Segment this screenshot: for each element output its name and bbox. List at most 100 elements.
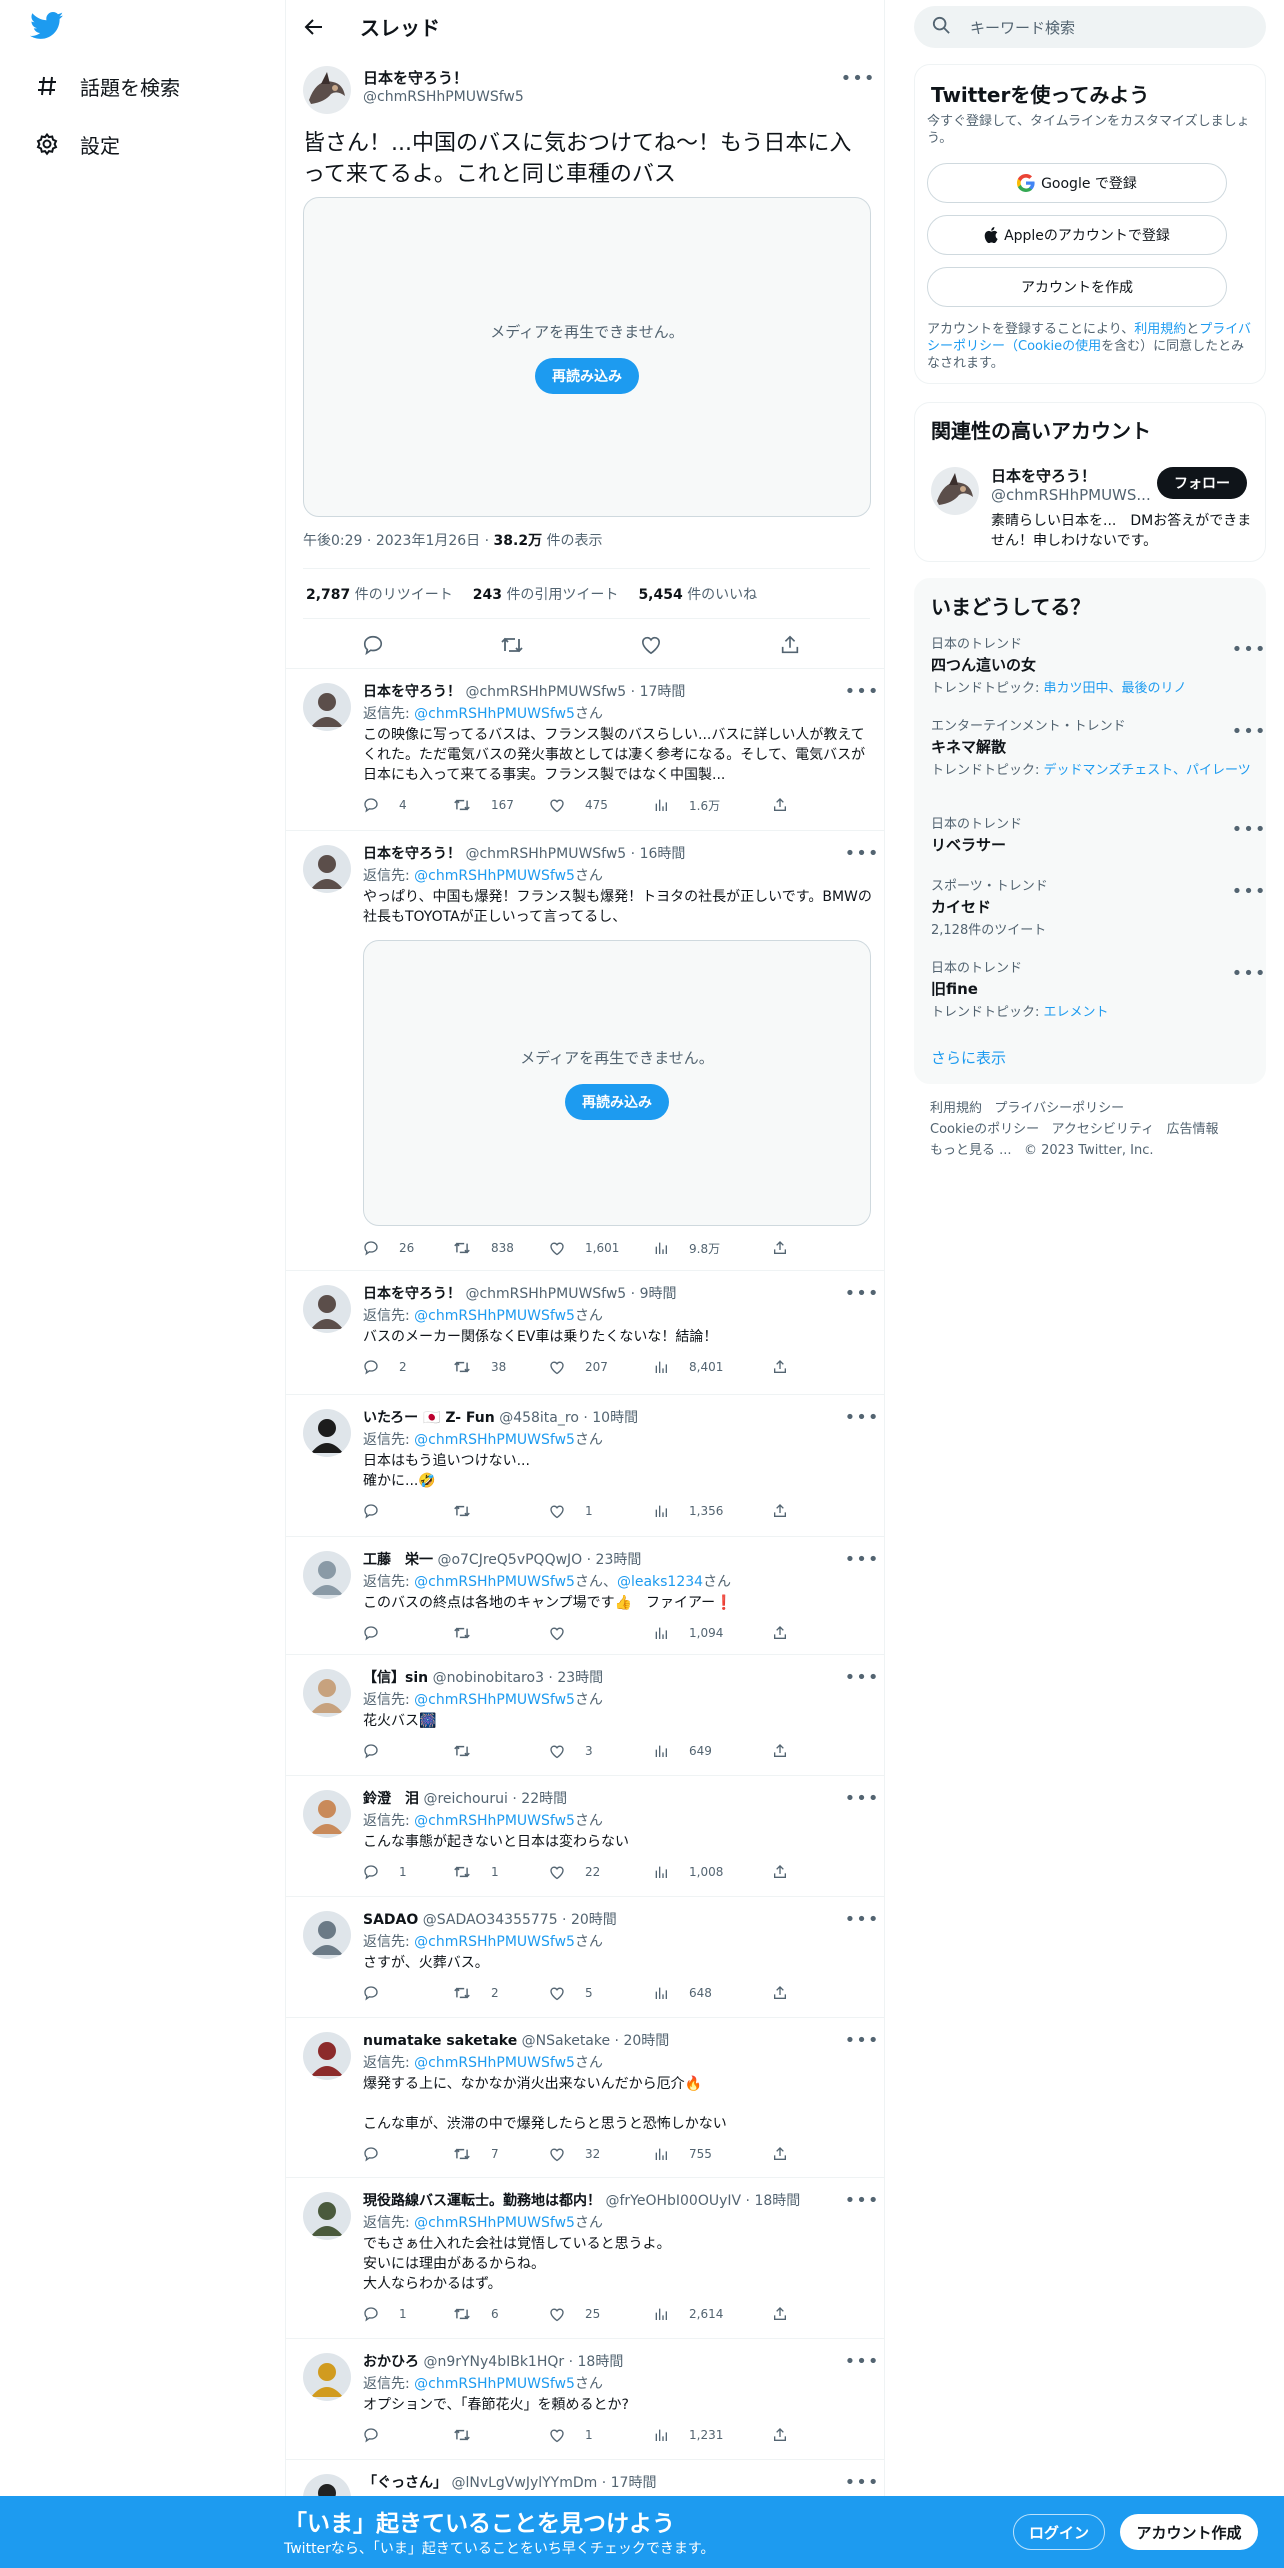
tweet-reply[interactable]: いたろー 🇯🇵 Z- Fun @458ita_ro · 10時間 ••• 返信先: … bbox=[286, 1395, 884, 1537]
views-action[interactable]: 755 bbox=[653, 2144, 712, 2164]
tweet-reply[interactable]: 工藤 栄一 @o7CJreQ5vPQQwJO · 23時間 ••• 返信先: @ch… bbox=[286, 1537, 884, 1655]
account-handle[interactable]: @chmRSHhPMUWS... bbox=[991, 486, 1151, 504]
more-icon[interactable]: ••• bbox=[845, 1547, 879, 1571]
like-icon[interactable] bbox=[637, 631, 665, 659]
author-name[interactable]: 日本を守ろう！ bbox=[363, 684, 461, 700]
reply-time[interactable]: 18時間 bbox=[754, 2193, 800, 2209]
views-action[interactable]: 648 bbox=[653, 1983, 712, 2003]
author-handle[interactable]: @reichourui bbox=[423, 1791, 507, 1807]
media-player[interactable]: メディアを再生できません。 再読み込み bbox=[363, 940, 871, 1226]
views-action[interactable]: 8,401 bbox=[653, 1357, 723, 1377]
share-icon[interactable] bbox=[772, 2425, 798, 2445]
author-handle[interactable]: @chmRSHhPMUWSfw5 bbox=[465, 1286, 626, 1302]
like-action[interactable]: 25 bbox=[549, 2304, 600, 2324]
reply-icon[interactable] bbox=[359, 631, 387, 659]
reply-to-link[interactable]: @chmRSHhPMUWSfw5 bbox=[414, 1813, 575, 1829]
like-action[interactable]: 22 bbox=[549, 1862, 600, 1882]
tweet-reply[interactable]: numatake saketake @NSaketake · 20時間 ••• 返信… bbox=[286, 2018, 884, 2178]
author-name[interactable]: 日本を守ろう！ bbox=[363, 1286, 461, 1302]
share-icon[interactable] bbox=[776, 631, 804, 659]
media-player[interactable]: メディアを再生できません。 再読み込み bbox=[303, 197, 871, 517]
avatar[interactable] bbox=[303, 1285, 351, 1333]
like-action[interactable]: 32 bbox=[549, 2144, 600, 2164]
footer-more[interactable]: もっと見る ... bbox=[930, 1143, 1012, 1158]
author-handle[interactable]: @chmRSHhPMUWSfw5 bbox=[363, 89, 524, 105]
avatar[interactable] bbox=[303, 683, 351, 731]
reply-time[interactable]: 9時間 bbox=[640, 1286, 677, 1302]
author-handle[interactable]: @lNvLgVwJylYYmDm bbox=[451, 2475, 597, 2491]
author-handle[interactable]: @o7CJreQ5vPQQwJO bbox=[437, 1552, 582, 1568]
retweet-action[interactable]: 7 bbox=[453, 2144, 499, 2164]
avatar[interactable] bbox=[303, 1551, 351, 1599]
reply-to-link[interactable]: @chmRSHhPMUWSfw5 bbox=[414, 706, 575, 722]
reply-to-link[interactable]: @chmRSHhPMUWSfw5 bbox=[414, 1574, 575, 1590]
avatar[interactable] bbox=[303, 1669, 351, 1717]
footer-cookie[interactable]: Cookieのポリシー bbox=[930, 1122, 1039, 1137]
reply-action[interactable]: 1 bbox=[363, 2304, 407, 2324]
reply-time[interactable]: 17時間 bbox=[611, 2475, 657, 2491]
follow-button[interactable]: フォロー bbox=[1157, 467, 1247, 499]
author-handle[interactable]: @chmRSHhPMUWSfw5 bbox=[465, 846, 626, 862]
google-signup-button[interactable]: Google で登録 bbox=[927, 163, 1227, 203]
back-arrow-icon[interactable] bbox=[300, 13, 328, 41]
reply-action[interactable] bbox=[363, 1623, 399, 1643]
author-name[interactable]: 日本を守ろう！ bbox=[363, 846, 461, 862]
reply-to-link[interactable]: @chmRSHhPMUWSfw5 bbox=[414, 1692, 575, 1708]
share-icon[interactable] bbox=[772, 2304, 798, 2324]
retweet-action[interactable] bbox=[453, 1623, 491, 1643]
twitter-logo-icon[interactable] bbox=[30, 12, 66, 44]
signup-button[interactable]: アカウント作成 bbox=[1120, 2514, 1258, 2550]
more-icon[interactable]: ••• bbox=[845, 1405, 879, 1429]
trend-item[interactable]: 日本のトレンド 四つん這いの女 トレンドトピック: 串カツ田中、最後のリノ ••• bbox=[931, 633, 1265, 696]
footer-accessibility[interactable]: アクセシビリティ bbox=[1052, 1122, 1155, 1137]
search-input[interactable]: キーワード検索 bbox=[914, 6, 1266, 48]
reply-to-link[interactable]: @leaks1234 bbox=[617, 1574, 703, 1590]
reply-to-link[interactable]: @chmRSHhPMUWSfw5 bbox=[414, 1934, 575, 1950]
trend-item[interactable]: 日本のトレンド 旧fine トレンドトピック: エレメント ••• bbox=[931, 957, 1266, 1020]
reply-action[interactable] bbox=[363, 2425, 399, 2445]
author-handle[interactable]: @chmRSHhPMUWSfw5 bbox=[465, 684, 626, 700]
views-action[interactable]: 649 bbox=[653, 1741, 712, 1761]
author-handle[interactable]: @n9rYNy4bIBk1HQr bbox=[423, 2354, 564, 2370]
more-icon[interactable]: ••• bbox=[1232, 961, 1266, 985]
reply-time[interactable]: 23時間 bbox=[557, 1670, 603, 1686]
avatar[interactable] bbox=[303, 2032, 351, 2080]
share-icon[interactable] bbox=[772, 1357, 798, 1377]
share-icon[interactable] bbox=[772, 1741, 798, 1761]
author-name[interactable]: 現役路線バス運転士。勤務地は都内！ bbox=[363, 2193, 601, 2209]
avatar[interactable] bbox=[931, 467, 979, 515]
reply-action[interactable]: 2 bbox=[363, 1357, 407, 1377]
avatar[interactable] bbox=[303, 2192, 351, 2240]
quotes-stat[interactable]: 243 件の引用ツイート bbox=[473, 584, 619, 604]
more-icon[interactable]: ••• bbox=[845, 2028, 879, 2052]
retweet-action[interactable]: 6 bbox=[453, 2304, 499, 2324]
nav-explore[interactable]: 話題を検索 bbox=[34, 66, 180, 106]
footer-ads[interactable]: 広告情報 bbox=[1167, 1122, 1219, 1137]
more-icon[interactable]: ••• bbox=[845, 2470, 879, 2494]
retweet-action[interactable] bbox=[453, 2425, 491, 2445]
retweet-action[interactable]: 167 bbox=[453, 795, 514, 815]
reply-action[interactable] bbox=[363, 1741, 399, 1761]
tweet-time[interactable]: 午後0:29 bbox=[303, 533, 362, 549]
reply-time[interactable]: 20時間 bbox=[571, 1912, 617, 1928]
like-action[interactable]: 1,601 bbox=[549, 1238, 619, 1258]
more-icon[interactable]: ••• bbox=[845, 2349, 879, 2373]
reply-time[interactable]: 22時間 bbox=[521, 1791, 567, 1807]
author-name[interactable]: SADAO bbox=[363, 1912, 418, 1928]
tweet-reply[interactable]: 日本を守ろう！ @chmRSHhPMUWSfw5 · 17時間 ••• 返信先: @… bbox=[286, 669, 884, 831]
like-action[interactable]: 1 bbox=[549, 2425, 593, 2445]
reply-action[interactable]: 4 bbox=[363, 795, 407, 815]
reply-action[interactable] bbox=[363, 1501, 399, 1521]
reply-to-link[interactable]: @chmRSHhPMUWSfw5 bbox=[414, 868, 575, 884]
avatar[interactable] bbox=[303, 845, 351, 893]
views-action[interactable]: 2,614 bbox=[653, 2304, 723, 2324]
nav-settings[interactable]: 設定 bbox=[34, 124, 120, 164]
avatar[interactable] bbox=[303, 2353, 351, 2401]
avatar[interactable] bbox=[303, 1409, 351, 1457]
share-icon[interactable] bbox=[772, 795, 798, 815]
more-icon[interactable]: ••• bbox=[845, 679, 879, 703]
reply-time[interactable]: 16時間 bbox=[640, 846, 686, 862]
like-action[interactable]: 3 bbox=[549, 1741, 593, 1761]
tweet-reply[interactable]: 日本を守ろう！ @chmRSHhPMUWSfw5 · 16時間 ••• 返信先: @… bbox=[286, 831, 884, 1271]
author-name[interactable]: おかひろ bbox=[363, 2354, 419, 2370]
